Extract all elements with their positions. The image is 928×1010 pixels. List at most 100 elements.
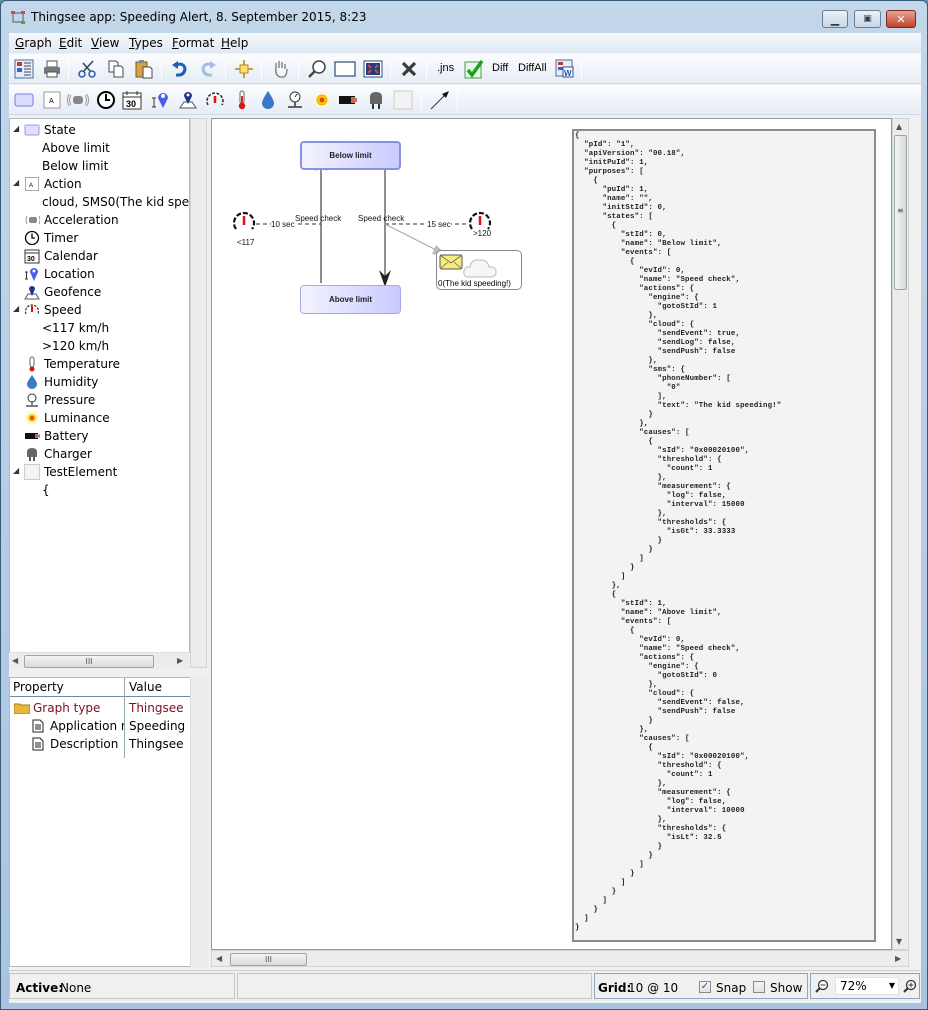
property-row-description[interactable]: Description Thingsee [10, 735, 191, 753]
tree-category-timer[interactable]: Timer [10, 229, 189, 247]
snap-label[interactable]: Snap [716, 981, 746, 995]
zoom-in-icon[interactable] [903, 979, 917, 993]
zoom-out-icon[interactable] [815, 979, 829, 993]
menu-types[interactable]: Types [129, 36, 163, 50]
menu-help[interactable]: Help [221, 36, 248, 50]
add-timer-button[interactable] [95, 89, 117, 111]
canvas-horizontal-scrollbar[interactable]: ◀ III ▶ [211, 950, 909, 967]
diffall-button[interactable]: DiffAll [518, 62, 547, 74]
tree-hscroll-thumb[interactable]: III [24, 655, 154, 668]
graph-canvas[interactable]: Below limit Above limit Speed check Spee… [211, 118, 892, 950]
tree-category-geofence[interactable]: Geofence [10, 283, 189, 301]
fit-page-button[interactable] [334, 58, 356, 80]
property-row-application-name[interactable]: Application n Speeding [10, 717, 191, 735]
tree-category-pressure[interactable]: Pressure [10, 391, 189, 409]
scroll-right-icon[interactable]: ▶ [895, 954, 901, 963]
redo-button[interactable] [197, 58, 219, 80]
add-state-button[interactable] [13, 89, 35, 111]
tree-category-acceleration[interactable]: Acceleration [10, 211, 189, 229]
add-humidity-button[interactable] [257, 89, 279, 111]
tree-horizontal-scrollbar[interactable]: ◀ III ▶ [9, 652, 190, 669]
add-acceleration-button[interactable] [67, 89, 89, 111]
paste-button[interactable] [133, 58, 155, 80]
add-geofence-button[interactable] [177, 89, 199, 111]
properties-button[interactable] [13, 58, 35, 80]
add-location-button[interactable] [149, 89, 171, 111]
canvas-vscroll-thumb[interactable]: ≡ [894, 135, 907, 290]
state-below-limit[interactable]: Below limit [300, 141, 401, 170]
jns-button[interactable]: .jns [437, 62, 454, 74]
close-button[interactable]: ✕ [886, 10, 916, 28]
canvas-hscroll-thumb[interactable]: III [230, 953, 307, 966]
tree-category-humidity[interactable]: Humidity [10, 373, 189, 391]
export-word-button[interactable]: W [554, 58, 576, 80]
validate-button[interactable] [463, 58, 485, 80]
tree-child-item[interactable]: <117 km/h [10, 319, 189, 337]
menu-edit[interactable]: Edit [59, 36, 82, 50]
expand-toggle-icon[interactable]: ◢ [13, 178, 19, 187]
scroll-up-icon[interactable]: ▲ [896, 122, 902, 131]
expand-toggle-icon[interactable]: ◢ [13, 466, 19, 475]
speed-sensor-low-icon[interactable] [232, 211, 256, 230]
undo-button[interactable] [169, 58, 191, 80]
add-battery-button[interactable] [338, 89, 360, 111]
add-speed-button[interactable] [204, 89, 226, 111]
add-luminance-button[interactable] [311, 89, 333, 111]
add-charger-button[interactable] [365, 89, 387, 111]
tree-category-battery[interactable]: Battery [10, 427, 189, 445]
add-action-button[interactable]: A [41, 89, 63, 111]
tree-category-action[interactable]: ◢ A Action [10, 175, 189, 193]
zoom-level-dropdown[interactable]: 72% ▼ [835, 977, 899, 995]
chevron-down-icon[interactable]: ▼ [889, 981, 895, 990]
menu-view[interactable]: View [91, 36, 119, 50]
tree-category-speed[interactable]: ◢ Speed [10, 301, 189, 319]
add-edge-button[interactable] [429, 89, 451, 111]
canvas-vertical-scrollbar[interactable]: ▲ ≡ ▼ [892, 118, 909, 950]
tree-vertical-scrollbar[interactable] [190, 118, 207, 668]
property-column-header[interactable]: Property [13, 680, 64, 694]
add-temperature-button[interactable] [231, 89, 253, 111]
property-vertical-scrollbar[interactable] [190, 677, 207, 967]
value-column-header[interactable]: Value [129, 680, 162, 694]
tree-child-item[interactable]: Below limit [10, 157, 189, 175]
tree-child-item[interactable]: { [10, 481, 189, 499]
add-calendar-button[interactable]: 30 [121, 89, 143, 111]
tree-child-item[interactable]: >120 km/h [10, 337, 189, 355]
print-button[interactable] [41, 58, 63, 80]
tree-category-state[interactable]: ◢ State [10, 121, 189, 139]
copy-button[interactable] [105, 58, 127, 80]
speed-sensor-high-icon[interactable] [468, 211, 492, 230]
zoom-button[interactable] [306, 58, 328, 80]
diff-button[interactable]: Diff [492, 62, 508, 74]
add-test-element-button[interactable] [392, 89, 414, 111]
show-checkbox[interactable] [753, 981, 765, 993]
add-pressure-button[interactable] [284, 89, 306, 111]
state-above-limit[interactable]: Above limit [300, 285, 401, 314]
tree-category-location[interactable]: Location [10, 265, 189, 283]
menu-format[interactable]: Format [172, 36, 214, 50]
minimize-button[interactable]: ▁ [822, 10, 848, 28]
menu-graph[interactable]: Graph [15, 36, 52, 50]
tree-category-calendar[interactable]: 30 Calendar [10, 247, 189, 265]
expand-toggle-icon[interactable]: ◢ [13, 124, 19, 133]
show-label[interactable]: Show [770, 981, 802, 995]
fit-window-button[interactable] [362, 58, 384, 80]
delete-button[interactable] [398, 58, 420, 80]
expand-toggle-icon[interactable]: ◢ [13, 304, 19, 313]
scroll-down-icon[interactable]: ▼ [896, 937, 902, 946]
cut-button[interactable] [76, 58, 98, 80]
connect-node-button[interactable] [233, 58, 255, 80]
tree-category-temperature[interactable]: Temperature [10, 355, 189, 373]
maximize-button[interactable]: ▣ [854, 10, 881, 28]
tree-child-item[interactable]: Above limit [10, 139, 189, 157]
scroll-right-icon[interactable]: ▶ [177, 656, 183, 665]
tree-category-test-element[interactable]: ◢ TestElement [10, 463, 189, 481]
tree-category-charger[interactable]: Charger [10, 445, 189, 463]
tree-child-item[interactable]: cloud, SMS0(The kid speedi [10, 193, 189, 211]
scroll-left-icon[interactable]: ◀ [12, 656, 18, 665]
action-node[interactable]: 0(The kid speeding!) [436, 250, 522, 290]
property-row-graph-type[interactable]: Graph type Thingsee [10, 699, 191, 717]
scroll-left-icon[interactable]: ◀ [216, 954, 222, 963]
tree-category-luminance[interactable]: Luminance [10, 409, 189, 427]
pan-button[interactable] [270, 58, 292, 80]
